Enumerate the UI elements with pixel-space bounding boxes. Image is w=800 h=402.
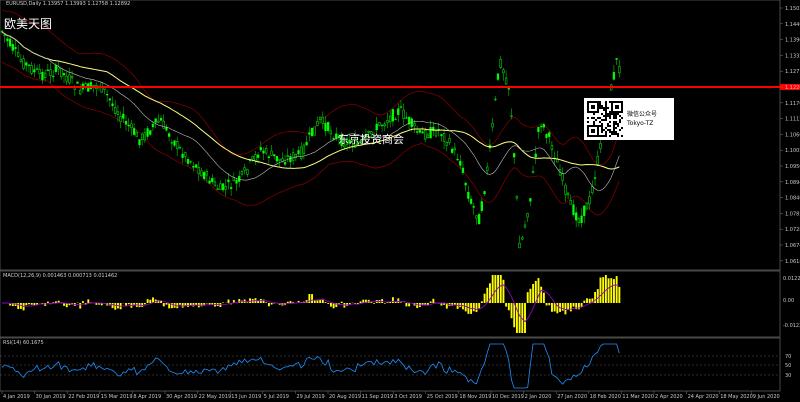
macd-label: MACD(12,26,9) 0.001463 0.000713 0.011462 (3, 273, 117, 279)
date-tick: 24 Apr 2020 (688, 394, 719, 400)
macd-tick: 0.012203 (783, 276, 800, 282)
date-tick: 20 Aug 2019 (329, 394, 361, 400)
date-tick: 18 Nov 2019 (459, 394, 491, 400)
macd-tick: 0.00 (783, 298, 794, 304)
rsi-indicator (1, 343, 620, 389)
rsi-axis: 70 50 30 (0, 354, 791, 379)
rsi-pane[interactable] (0, 337, 781, 392)
trading-chart[interactable]: EURUSD,Daily 1.13957 1.13993 1.12758 1.1… (0, 0, 800, 402)
qr-line-2: Tokyo-TZ (627, 120, 654, 127)
moving-averages (1, 31, 620, 191)
symbol-info: EURUSD,Daily 1.13957 1.13993 1.12758 1.1… (6, 1, 130, 7)
price-tick: 1.10600 (785, 132, 800, 138)
price-tick: 1.12775 (785, 69, 800, 75)
date-tick: 27 Jan 2020 (557, 394, 587, 400)
price-tick: 1.08945 (785, 180, 800, 186)
date-tick: 9 Jun 2020 (753, 394, 780, 400)
price-tick: 1.13350 (785, 53, 800, 59)
price-tick: 1.13905 (785, 38, 800, 44)
macd-pane[interactable] (0, 270, 781, 338)
date-tick: 29 Jul 2019 (296, 394, 324, 400)
macd-tick: -0.012203 (783, 323, 800, 329)
date-tick: 8 Apr 2019 (133, 394, 161, 400)
price-tick: 1.11705 (785, 101, 800, 107)
price-tick: 1.14460 (785, 22, 800, 28)
watermark: 东京投资商会 (338, 132, 404, 146)
candles (0, 30, 621, 249)
qr-code-icon (587, 101, 623, 137)
price-tick: 1.15020 (785, 6, 800, 12)
price-tick: 1.10050 (785, 148, 800, 154)
chart-title: 欧美天图 (4, 17, 52, 31)
date-tick: 15 Mar 2019 (101, 394, 133, 400)
date-tick: 11 Sep 2019 (362, 394, 394, 400)
date-tick: 18 Feb 2020 (590, 394, 621, 400)
date-axis[interactable]: 4 Jan 2019 30 Jan 2019 22 Feb 2019 15 Mar 2… (1, 391, 780, 400)
price-tick: 1.08400 (785, 196, 800, 202)
qr-line-1: 微信公众号 (627, 111, 658, 118)
macd-indicator (2, 275, 621, 333)
bollinger-bands (1, 9, 620, 216)
date-tick: 13 Jun 2019 (231, 394, 261, 400)
rsi-tick: 70 (785, 354, 791, 360)
date-tick: 2 Apr 2020 (655, 394, 683, 400)
date-tick: 10 Dec 2019 (492, 394, 524, 400)
date-tick: 18 May 2020 (720, 394, 753, 400)
date-tick: 3 Oct 2019 (394, 394, 422, 400)
qr-promo: 微信公众号 Tokyo-TZ (584, 98, 674, 140)
date-tick: 5 Jul 2019 (264, 394, 289, 400)
date-tick: 30 Apr 2019 (166, 394, 197, 400)
rsi-label: RSI(14) 60.1675 (3, 340, 44, 346)
macd-axis: 0.012203 0.00 -0.012203 (783, 276, 800, 329)
price-axis[interactable]: 1.15020 1.14460 1.13905 1.13350 1.12775 1.122… (780, 6, 800, 265)
date-tick: 30 Jan 2019 (36, 394, 66, 400)
rsi-tick: 50 (785, 363, 791, 369)
date-tick: 22 Feb 2019 (68, 394, 99, 400)
price-tick: 1.12260 (785, 85, 800, 91)
date-tick: 2 Jan 2020 (525, 394, 552, 400)
date-tick: 25 Oct 2019 (427, 394, 458, 400)
date-tick: 11 Mar 2020 (622, 394, 654, 400)
price-tick: 1.09500 (785, 164, 800, 170)
date-tick: 22 May 2019 (199, 394, 232, 400)
price-tick: 1.11150 (785, 117, 800, 123)
date-tick: 4 Jan 2019 (3, 394, 30, 400)
price-tick: 1.07285 (785, 227, 800, 233)
rsi-tick: 30 (785, 373, 791, 379)
price-tick: 1.06740 (785, 243, 800, 249)
price-tick: 1.07850 (785, 211, 800, 217)
price-tick: 1.06185 (785, 259, 800, 265)
